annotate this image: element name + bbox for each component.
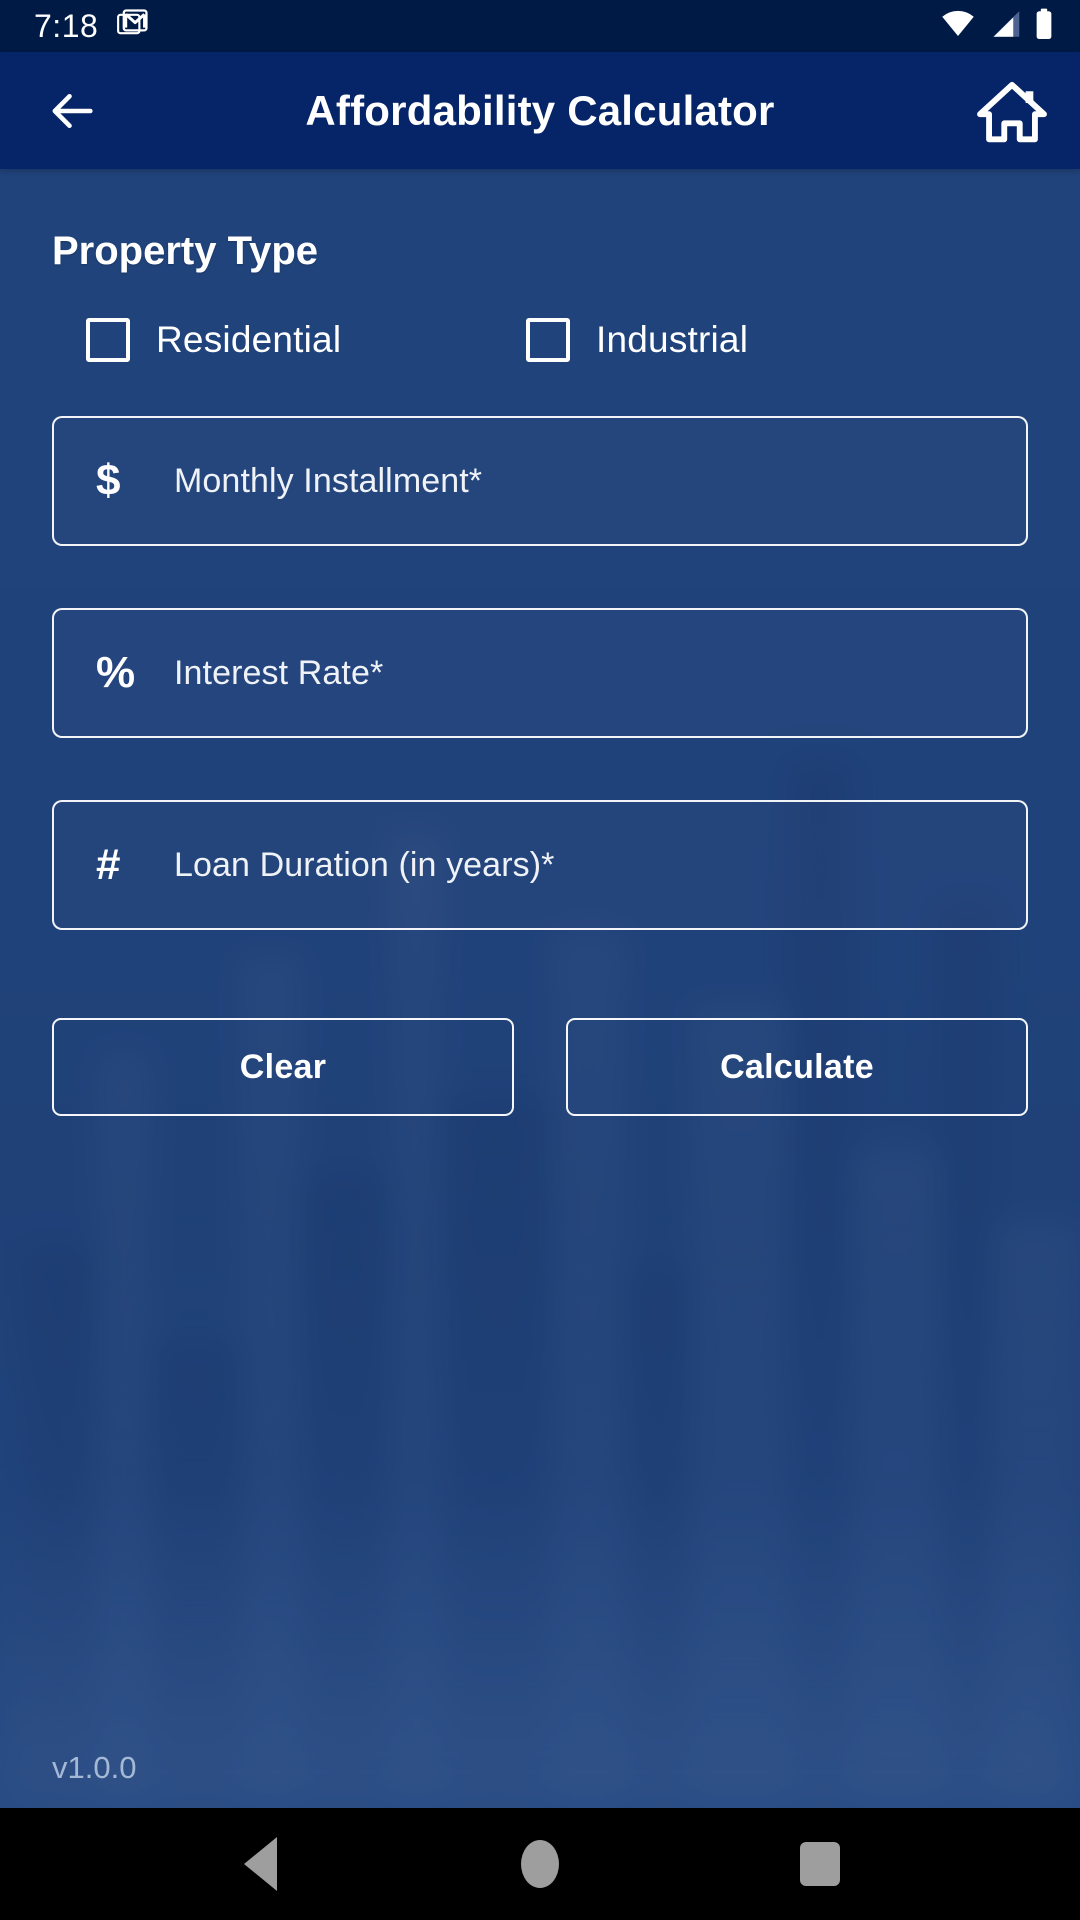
dollar-icon: $ [96, 456, 121, 505]
triangle-back-icon [243, 1837, 277, 1891]
status-bar: 7:18 [0, 0, 1080, 52]
main-content: Property Type Residential Industrial $ M… [0, 169, 1080, 1808]
monthly-installment-placeholder: Monthly Installment* [174, 461, 483, 500]
checkbox-label-industrial: Industrial [596, 319, 749, 360]
home-icon [977, 81, 1047, 142]
status-bar-left: 7:18 [34, 7, 150, 46]
version-label: v1.0.0 [52, 1750, 137, 1785]
nav-recents-button[interactable] [775, 1819, 865, 1909]
checkbox-label-residential: Residential [156, 319, 342, 360]
status-clock: 7:18 [34, 8, 99, 44]
status-bar-right [940, 8, 1054, 45]
checkbox-option-residential[interactable]: Residential [86, 318, 526, 362]
calculate-button[interactable]: Calculate [566, 1018, 1028, 1116]
wifi-icon [940, 9, 976, 44]
input-fields: $ Monthly Installment* % Interest Rate* … [52, 416, 1028, 930]
circle-home-icon [521, 1840, 559, 1888]
checkbox-option-industrial[interactable]: Industrial [526, 318, 748, 362]
back-button[interactable] [36, 74, 110, 148]
cellular-signal-icon [988, 9, 1022, 44]
arrow-left-icon [52, 93, 93, 128]
hash-icon: # [96, 840, 121, 889]
property-type-heading: Property Type [52, 229, 318, 273]
clear-button[interactable]: Clear [52, 1018, 514, 1116]
loan-duration-placeholder: Loan Duration (in years)* [174, 845, 555, 884]
square-recents-icon [800, 1842, 840, 1886]
battery-icon [1034, 8, 1054, 45]
gmail-icon [116, 7, 150, 46]
app-bar: Affordability Calculator [0, 52, 1080, 169]
interest-rate-placeholder: Interest Rate* [174, 653, 384, 692]
action-buttons: Clear Calculate [52, 1018, 1028, 1116]
percent-icon: % [96, 648, 136, 697]
checkbox-industrial[interactable] [526, 318, 570, 362]
loan-duration-field[interactable]: # Loan Duration (in years)* [52, 800, 1028, 930]
android-navigation-bar [0, 1808, 1080, 1920]
form-container: Property Type Residential Industrial $ M… [0, 229, 1080, 1116]
home-button[interactable] [972, 71, 1052, 151]
page-title: Affordability Calculator [305, 86, 775, 134]
phone-screen: 7:18 Affordability Calculator Property T… [0, 0, 1080, 1920]
interest-rate-field[interactable]: % Interest Rate* [52, 608, 1028, 738]
monthly-installment-field[interactable]: $ Monthly Installment* [52, 416, 1028, 546]
checkbox-residential[interactable] [86, 318, 130, 362]
property-type-options: Residential Industrial [52, 318, 1028, 362]
nav-back-button[interactable] [215, 1819, 305, 1909]
nav-home-button[interactable] [495, 1819, 585, 1909]
